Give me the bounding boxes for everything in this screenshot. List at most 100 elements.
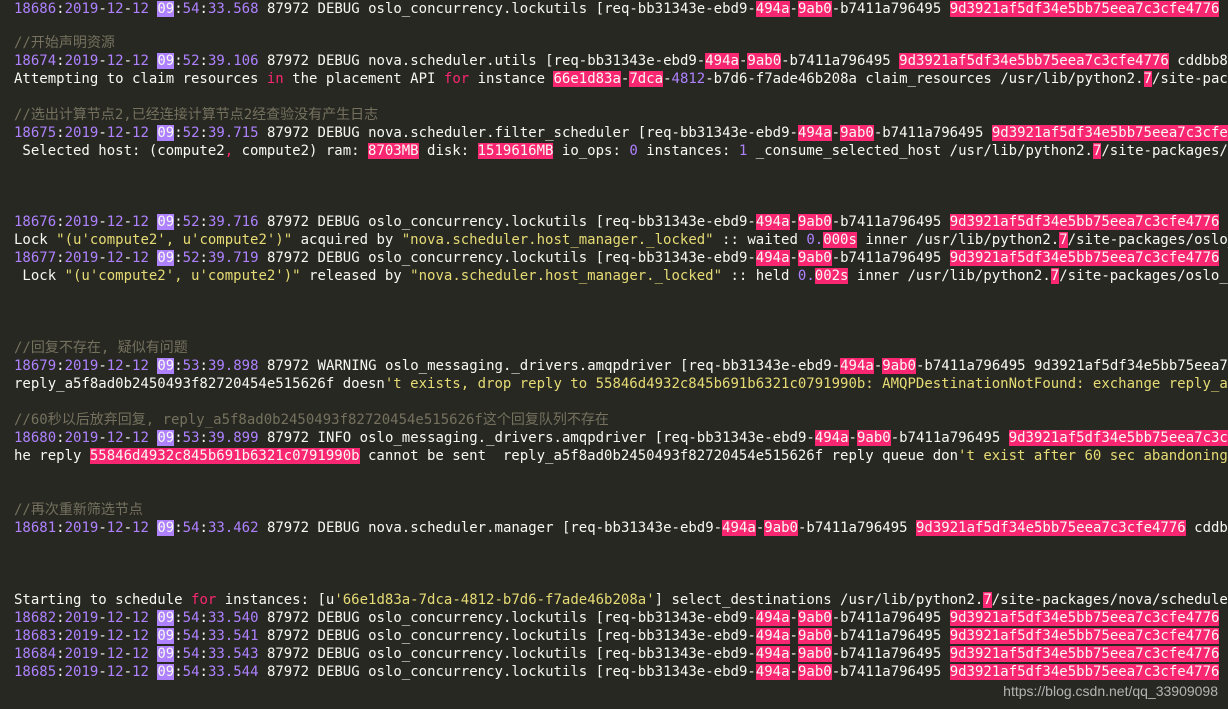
code-token: 18674: [14, 53, 57, 69]
code-token: :: [199, 214, 208, 230]
code-token: 87972 DEBUG oslo_concurrency.lockutils […: [258, 664, 756, 680]
code-token: /site-packages/nova: [1101, 143, 1228, 159]
code-token: 87972 DEBUG oslo_concurrency.lockutils […: [258, 214, 756, 230]
code-token: -: [98, 520, 107, 536]
code-token: 12: [106, 250, 124, 266]
search-highlight: 9ab0: [764, 520, 798, 536]
code-token: 0.: [797, 268, 815, 284]
search-highlight: 494a: [755, 250, 790, 266]
code-token: reply_a5f8ad0b2450493f82720454e515626f d…: [14, 376, 385, 392]
code-token: -b7411a796495: [831, 628, 950, 644]
code-token: inner /usr/lib/python2.: [848, 268, 1051, 284]
code-token: -: [663, 71, 672, 87]
code-token: //回复不存在, 疑似有问题: [14, 340, 188, 356]
code-token: -: [123, 1, 133, 17]
code-token: cddb: [1219, 664, 1228, 680]
code-token: -b7411a796495: [831, 664, 950, 680]
code-token: 53: [182, 430, 200, 446]
code-token: "(u'compute2', u'compute2')": [64, 268, 301, 284]
code-token: -: [98, 53, 107, 69]
code-token: -b7411a796495: [831, 1, 950, 17]
code-token: 52: [182, 250, 200, 266]
code-token: 2019: [64, 628, 99, 644]
search-highlight: 9d3921af5df34e5bb75eea7c3cfe4776: [916, 520, 1186, 536]
code-token: ,: [224, 143, 234, 159]
code-token: :: [199, 628, 208, 644]
code-token: //再次重新筛选节点: [14, 502, 143, 518]
code-token: disk:: [418, 143, 478, 159]
code-token: -: [123, 610, 133, 626]
search-highlight: 09: [157, 430, 175, 446]
code-token: -: [789, 1, 798, 17]
code-token: 9d3921af5df34e5bb75eea7c3c: [1034, 358, 1228, 374]
code-token: :: [174, 125, 183, 141]
code-token: 18675: [14, 125, 57, 141]
code-token: cddb: [1219, 610, 1228, 626]
log-line: 18686:2019-12-12 09:54:33.568 87972 DEBU…: [14, 0, 1228, 18]
code-token: 12: [132, 664, 149, 680]
code-token: Lock: [14, 268, 65, 284]
code-token: 33.541: [207, 628, 259, 644]
search-highlight: 9ab0: [797, 664, 832, 680]
code-token: -b7411a796495: [831, 250, 950, 266]
code-token: -b7411a796495: [831, 610, 950, 626]
code-token: 12: [106, 664, 124, 680]
search-highlight: 494a: [755, 664, 790, 680]
code-token: 12: [132, 250, 149, 266]
code-editor[interactable]: //开始声明资源 18674:2019-12-12 09:52:39.106 87…: [0, 0, 1228, 709]
code-token: -: [123, 628, 133, 644]
code-token: :: held: [722, 268, 798, 284]
code-token: :: [56, 214, 65, 230]
code-token: Selected host: (compute2: [14, 143, 225, 159]
log-line: reply_a5f8ad0b2450493f82720454e515626f d…: [14, 375, 1228, 393]
search-highlight: 7: [1059, 232, 1068, 248]
code-token: -: [789, 610, 798, 626]
search-highlight: 09: [157, 358, 175, 374]
search-highlight: 9d3921af5df34e5bb75eea7c3cfe4776: [991, 125, 1228, 141]
search-highlight: 9ab0: [882, 358, 916, 374]
code-token: 12: [106, 646, 124, 662]
search-highlight: 09: [157, 214, 175, 230]
code-token: cddb: [1219, 1, 1228, 17]
code-token: 87972 WARNING oslo_messaging._drivers.am…: [258, 358, 841, 374]
search-highlight: 09: [157, 610, 175, 626]
code-token: -b7411a796495: [890, 430, 1009, 446]
search-highlight: 9d3921af5df34e5bb75eea7c3cfe4776: [949, 664, 1220, 680]
code-token: //选出计算节点2,已经连接计算节点2经查验没有产生日志: [14, 107, 379, 123]
code-token: -: [98, 628, 107, 644]
code-token: -: [98, 1, 107, 17]
code-token: 54: [182, 646, 200, 662]
code-token: "(u'compute2', u'compute2')": [56, 232, 293, 248]
code-token: 18684: [14, 646, 57, 662]
code-token: -: [123, 53, 133, 69]
comment-line: //开始声明资源: [14, 34, 1228, 52]
log-line: 18680:2019-12-12 09:53:39.899 87972 INFO…: [14, 429, 1228, 447]
code-token: 54: [182, 520, 200, 536]
search-highlight: 9d3921af5df34e5bb75eea7c3cfe4776: [949, 646, 1220, 662]
code-token: -b7411a796495: [831, 214, 950, 230]
search-highlight: 9ab0: [856, 430, 891, 446]
search-highlight: 9ab0: [797, 646, 832, 662]
code-token: -: [98, 646, 107, 662]
code-token: 87972 DEBUG nova.scheduler.utils [req-bb…: [258, 53, 706, 69]
code-token: :: [174, 430, 183, 446]
code-token: 87972 DEBUG oslo_concurrency.lockutils […: [258, 1, 756, 17]
code-token: /site-packages/oslo_con: [1067, 232, 1228, 248]
code-token: :: [174, 520, 183, 536]
search-highlight: 8703MB: [368, 143, 419, 159]
code-token: -: [789, 664, 798, 680]
code-token: inner /usr/lib/python2.: [856, 232, 1060, 248]
code-token: -: [98, 430, 107, 446]
search-highlight: 9ab0: [797, 628, 832, 644]
code-token: 87972 DEBUG oslo_concurrency.lockutils […: [258, 250, 756, 266]
search-highlight: 7: [1143, 71, 1152, 87]
code-token: 87972 DEBUG oslo_concurrency.lockutils […: [258, 610, 756, 626]
code-token: compute2) ram:: [233, 143, 369, 159]
code-token: 39.898: [207, 358, 259, 374]
code-token: 33.544: [207, 664, 259, 680]
log-line: 18675:2019-12-12 09:52:39.715 87972 DEBU…: [14, 124, 1228, 142]
code-token: 2019: [64, 53, 99, 69]
code-token: -: [789, 214, 798, 230]
code-token: 33.568: [207, 1, 259, 17]
log-line: 18674:2019-12-12 09:52:39.106 87972 DEBU…: [14, 52, 1228, 70]
